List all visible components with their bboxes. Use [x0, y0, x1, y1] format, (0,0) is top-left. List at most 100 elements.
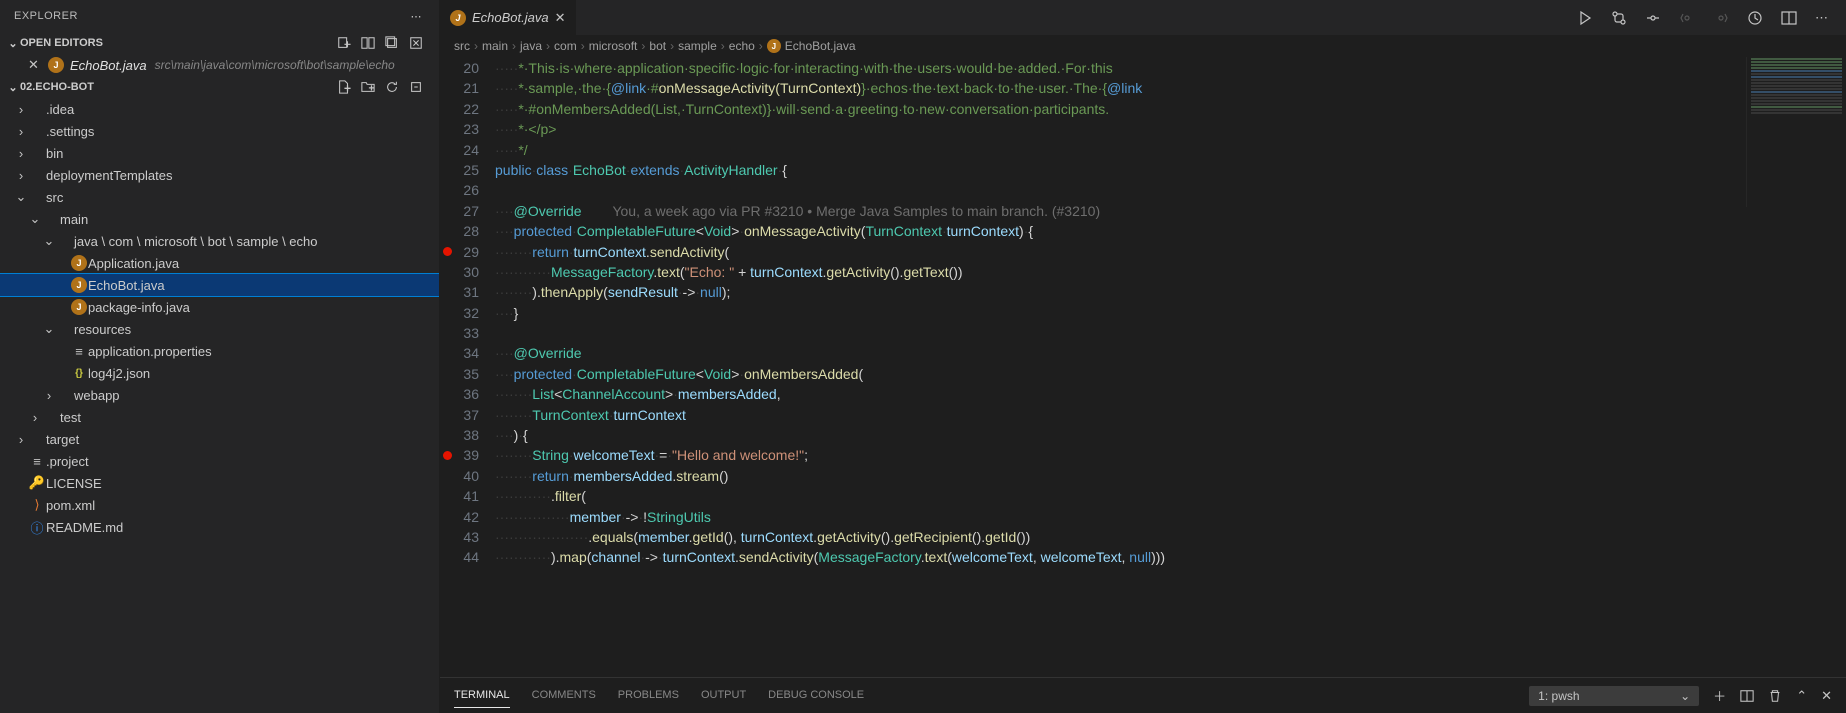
tab-title: EchoBot.java [472, 10, 549, 25]
file-type-icon: ≡ [70, 344, 88, 359]
code-editor[interactable]: 2021222324252627282930313233343536373839… [440, 57, 1846, 677]
file-tree[interactable]: ›.idea›.settings›bin›deploymentTemplates… [0, 98, 439, 713]
file-type-icon: {} [70, 368, 88, 379]
new-terminal-icon[interactable]: ＋ [1713, 686, 1726, 705]
tree-item-label: .idea [46, 102, 74, 117]
more-icon[interactable]: ⋯ [1815, 10, 1828, 26]
tree-item-label: EchoBot.java [88, 278, 165, 293]
file-item[interactable]: 🔑LICENSE [0, 472, 439, 494]
file-type-icon: 🔑 [28, 475, 46, 491]
code-content[interactable]: ·····*·This·is·where·application·specifi… [495, 57, 1846, 677]
breadcrumb-segment[interactable]: microsoft [589, 39, 638, 53]
file-item[interactable]: ≡application.properties [0, 340, 439, 362]
folder-item[interactable]: ›bin [0, 142, 439, 164]
tab-bar: J EchoBot.java ✕ ⋯ [440, 0, 1846, 35]
file-item[interactable]: ⓘREADME.md [0, 516, 439, 538]
file-item[interactable]: JEchoBot.java [0, 274, 439, 296]
java-file-icon: J [450, 10, 466, 26]
split-editor-icon[interactable] [1781, 10, 1797, 26]
chevron-down-icon: ⌄ [28, 211, 42, 227]
maximize-panel-icon[interactable]: ⌃ [1796, 688, 1807, 704]
chevron-down-icon: ⌄ [14, 189, 28, 205]
nav-fwd-icon[interactable] [1713, 10, 1729, 26]
explorer-title: EXPLORER [14, 10, 78, 22]
folder-item[interactable]: ›.settings [0, 120, 439, 142]
chevron-down-icon: ⌄ [42, 233, 56, 249]
nav-back-icon[interactable] [1679, 10, 1695, 26]
explorer-sidebar: EXPLORER ⋯ ⌄ OPEN EDITORS ✕ J EchoBot.ja… [0, 0, 440, 713]
workspace-header[interactable]: ⌄ 02.ECHO-BOT [0, 76, 439, 98]
show-commit-icon[interactable] [1747, 10, 1763, 26]
chevron-right-icon: › [641, 39, 645, 53]
panel-tab-output[interactable]: OUTPUT [701, 683, 746, 708]
breadcrumb-segment[interactable]: bot [649, 39, 666, 53]
tree-item-label: resources [74, 322, 131, 337]
panel-tab-debug-console[interactable]: DEBUG CONSOLE [768, 683, 864, 708]
file-item[interactable]: ⟩pom.xml [0, 494, 439, 516]
file-item[interactable]: Jpackage-info.java [0, 296, 439, 318]
compare-changes-icon[interactable] [1611, 10, 1627, 26]
chevron-right-icon: › [42, 388, 56, 403]
file-type-icon: ⓘ [28, 518, 46, 537]
split-terminal-icon[interactable] [1740, 689, 1754, 703]
folder-item[interactable]: ›.idea [0, 98, 439, 120]
tree-item-label: src [46, 190, 63, 205]
breadcrumb-segment[interactable]: sample [678, 39, 717, 53]
folder-item[interactable]: ⌄resources [0, 318, 439, 340]
tree-item-label: Application.java [88, 256, 179, 271]
run-icon[interactable] [1577, 10, 1593, 26]
chevron-right-icon: › [474, 39, 478, 53]
folder-item[interactable]: ›webapp [0, 384, 439, 406]
panel-tab-terminal[interactable]: TERMINAL [454, 683, 510, 708]
breadcrumb-segment[interactable]: src [454, 39, 470, 53]
folder-item[interactable]: ›target [0, 428, 439, 450]
chevron-right-icon: › [721, 39, 725, 53]
new-folder-icon[interactable] [361, 80, 375, 94]
file-item[interactable]: JApplication.java [0, 252, 439, 274]
save-all-icon[interactable] [385, 36, 399, 50]
tree-item-label: .settings [46, 124, 94, 139]
collapse-all-icon[interactable] [409, 80, 423, 94]
toggle-layout-icon[interactable] [361, 36, 375, 50]
close-icon[interactable]: ✕ [555, 10, 566, 26]
breadcrumb-segment[interactable]: main [482, 39, 508, 53]
new-untitled-icon[interactable] [337, 36, 351, 50]
folder-item[interactable]: ⌄main [0, 208, 439, 230]
open-editors-header[interactable]: ⌄ OPEN EDITORS [0, 32, 439, 54]
file-item[interactable]: {}log4j2.json [0, 362, 439, 384]
file-type-icon: J [70, 255, 88, 271]
panel-tab-problems[interactable]: PROBLEMS [618, 683, 679, 708]
tree-item-label: java \ com \ microsoft \ bot \ sample \ … [74, 234, 317, 249]
folder-item[interactable]: ›test [0, 406, 439, 428]
refresh-icon[interactable] [385, 80, 399, 94]
breadcrumb-segment[interactable]: java [520, 39, 542, 53]
explorer-header: EXPLORER ⋯ [0, 0, 439, 32]
tree-item-label: .project [46, 454, 89, 469]
chevron-right-icon: › [581, 39, 585, 53]
tree-item-label: application.properties [88, 344, 212, 359]
close-icon[interactable]: ✕ [28, 57, 42, 73]
breadcrumb-segment[interactable]: com [554, 39, 577, 53]
terminal-selector[interactable]: 1: pwsh ⌄ [1529, 686, 1699, 706]
prev-change-icon[interactable] [1645, 10, 1661, 26]
breadcrumb[interactable]: src›main›java›com›microsoft›bot›sample›e… [440, 35, 1846, 57]
new-file-icon[interactable] [337, 80, 351, 94]
line-number-gutter: 2021222324252627282930313233343536373839… [440, 57, 495, 677]
breadcrumb-segment[interactable]: JEchoBot.java [767, 39, 856, 54]
folder-item[interactable]: ›deploymentTemplates [0, 164, 439, 186]
panel-tab-comments[interactable]: COMMENTS [532, 683, 596, 708]
file-type-icon: ≡ [28, 454, 46, 469]
open-editor-item[interactable]: ✕ J EchoBot.java src\main\java\com\micro… [0, 54, 439, 76]
folder-item[interactable]: ⌄ src [0, 186, 439, 208]
tree-item-label: test [60, 410, 81, 425]
chevron-down-icon: ⌄ [6, 37, 20, 50]
close-all-icon[interactable] [409, 36, 423, 50]
kill-terminal-icon[interactable] [1768, 689, 1782, 703]
file-item[interactable]: ≡.project [0, 450, 439, 472]
minimap[interactable] [1746, 57, 1846, 207]
folder-item[interactable]: ⌄ java \ com \ microsoft \ bot \ sample \… [0, 230, 439, 252]
breadcrumb-segment[interactable]: echo [729, 39, 755, 53]
editor-tab[interactable]: J EchoBot.java ✕ [440, 0, 577, 35]
close-panel-icon[interactable]: ✕ [1821, 688, 1832, 704]
more-icon[interactable]: ⋯ [408, 7, 426, 26]
